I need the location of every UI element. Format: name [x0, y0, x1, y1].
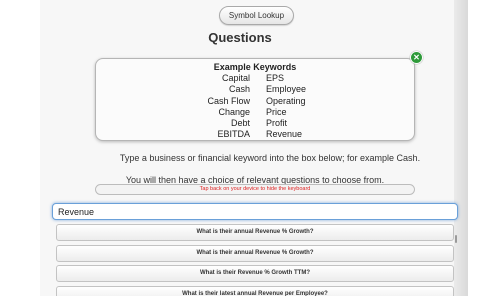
- keyword-left: Cash Flow: [207, 95, 250, 106]
- page-title: Questions: [208, 30, 272, 45]
- keywords-list: Capital EPS Cash Employee Cash Flow Oper…: [96, 73, 414, 141]
- keyword-row: Debt Profit: [96, 118, 414, 129]
- keyword-left: Change: [218, 106, 250, 117]
- keyword-row: Cash Flow Operating: [96, 96, 414, 107]
- close-icon[interactable]: ✕: [410, 51, 423, 64]
- keyword-right: Price: [266, 106, 287, 117]
- symbol-lookup-button[interactable]: Symbol Lookup: [219, 6, 294, 25]
- keyword-left: Cash: [228, 84, 250, 95]
- suggestion-item[interactable]: What is their Revenue % Growth TTM?: [56, 265, 454, 282]
- keyword-left: EBITDA: [217, 129, 250, 140]
- hide-keyboard-hint[interactable]: Tap back on your device to hide the keyb…: [95, 184, 415, 195]
- keyword-left: Debt: [230, 118, 250, 129]
- keyword-row: Change Price: [96, 107, 414, 118]
- keyword-left: Capital: [221, 73, 250, 83]
- keyword-row: Capital EPS: [96, 73, 414, 84]
- keyword-right: EPS: [266, 73, 285, 83]
- suggestion-item[interactable]: What is their annual Revenue % Growth?: [56, 244, 454, 262]
- keyword-row: Cash Employee: [96, 84, 414, 95]
- keyword-right: Profit: [266, 118, 288, 129]
- keyword-right: Operating: [266, 95, 306, 106]
- keyword-right: Revenue: [266, 129, 303, 140]
- scrollbar-indicator[interactable]: [455, 235, 457, 243]
- suggestion-list: What is their annual Revenue % Growth? W…: [56, 224, 454, 296]
- suggestion-item[interactable]: What is their latest annual Revenue per …: [56, 285, 454, 296]
- keyword-row: EBITDA Revenue: [96, 129, 414, 140]
- keyword-right: Employee: [266, 84, 307, 95]
- example-keywords-panel: Example Keywords Capital EPS Cash Employ…: [95, 58, 415, 141]
- suggestion-item[interactable]: What is their annual Revenue % Growth?: [56, 224, 454, 241]
- instruction-text: Type a business or financial keyword int…: [119, 153, 421, 163]
- keyword-search-input[interactable]: [52, 203, 458, 220]
- keywords-title: Example Keywords: [213, 62, 297, 72]
